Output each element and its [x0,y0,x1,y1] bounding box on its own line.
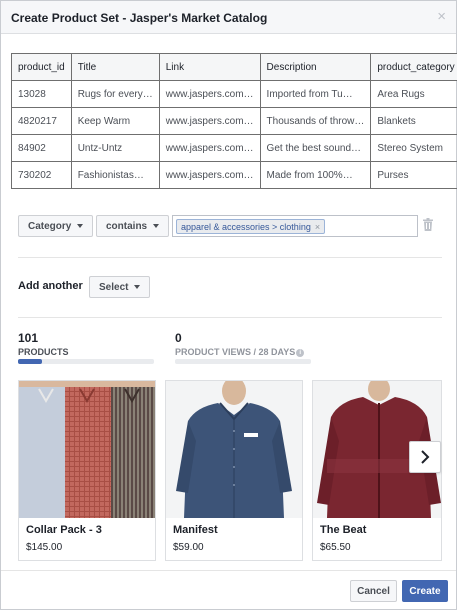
products-progress-fill [18,359,43,364]
table-header-row: product_id Title Link Description produc… [11,53,457,81]
product-views-label: PRODUCT VIEWS / 28 DAYS i [175,347,305,357]
product-price: $145.00 [26,542,63,553]
filter-field-label: Category [28,220,72,232]
table-cell: www.jaspers.com… [158,80,261,108]
product-views-count: 0 [175,331,182,345]
product-name: The Beat [320,524,367,536]
product-preview-table: product_id Title Link Description produc… [11,53,457,189]
product-views-progress-bar [175,359,311,364]
table-cell: Purses [370,161,457,189]
add-another-label: Add another [18,280,83,292]
create-button[interactable]: Create [402,580,448,602]
column-header-link: Link [158,53,261,81]
filter-token: apparel & accessories > clothing × [176,219,326,234]
table-cell: Made from 100%… [259,161,372,189]
table-cell: www.jaspers.com… [158,161,261,189]
table-cell: Stereo System [370,134,457,162]
table-row: 84902 Untz-Untz www.jaspers.com… Get the… [11,134,457,162]
dialog-title: Create Product Set - Jasper's Market Cat… [11,11,268,25]
column-header-description: Description [259,53,372,81]
add-filter-select[interactable]: Select [89,276,151,298]
table-row: 4820217 Keep Warm www.jaspers.com… Thous… [11,107,457,135]
table-cell: Untz-Untz [70,134,160,162]
chevron-right-icon [421,450,430,464]
table-cell: www.jaspers.com… [158,134,261,162]
create-product-set-dialog: Create Product Set - Jasper's Market Cat… [0,0,457,610]
carousel-next-button[interactable] [409,441,441,473]
table-cell: Blankets [370,107,457,135]
footer-divider [1,570,456,571]
table-cell: Thousands of throw… [259,107,372,135]
product-price: $65.50 [320,542,351,553]
filter-token-label: apparel & accessories > clothing [181,221,311,232]
product-card[interactable]: Manifest $59.00 [165,380,303,561]
column-header-product-category: product_category [370,53,457,81]
info-icon[interactable]: i [296,349,305,357]
chevron-down-icon [134,285,141,289]
product-image [19,381,155,518]
product-price: $59.00 [173,542,204,553]
products-progress-bar [18,359,154,364]
table-cell: 730202 [11,161,72,189]
remove-token-icon[interactable]: × [315,222,320,232]
divider [18,257,442,258]
filter-operator-label: contains [106,220,148,232]
filter-value-input[interactable]: apparel & accessories > clothing × [172,215,418,237]
product-card[interactable]: Collar Pack - 3 $145.00 [18,380,156,561]
table-cell: Keep Warm [70,107,160,135]
close-icon[interactable]: × [437,9,446,24]
table-cell: Imported from Tu… [259,80,372,108]
product-image [166,381,302,518]
chevron-down-icon [153,224,160,228]
column-header-title: Title [70,53,160,81]
divider [18,317,442,318]
table-row: 13028 Rugs for every… www.jaspers.com… I… [11,80,457,108]
products-count: 101 [18,331,39,345]
products-count-label: PRODUCTS [18,347,69,357]
product-name: Manifest [173,524,218,536]
table-cell: Area Rugs [370,80,457,108]
dialog-header: Create Product Set - Jasper's Market Cat… [1,1,456,34]
column-header-product-id: product_id [11,53,72,81]
trash-icon[interactable] [423,218,433,231]
filter-operator-dropdown[interactable]: contains [96,215,170,237]
filter-field-dropdown[interactable]: Category [18,215,94,237]
table-cell: Fashionistas… [70,161,160,189]
table-cell: 84902 [11,134,72,162]
product-views-label-text: PRODUCT VIEWS / 28 DAYS [175,347,296,357]
table-cell: Get the best sound… [259,134,372,162]
table-cell: 4820217 [11,107,72,135]
add-filter-select-label: Select [99,281,129,293]
cancel-button[interactable]: Cancel [350,580,397,602]
product-name: Collar Pack - 3 [26,524,102,536]
table-row: 730202 Fashionistas… www.jaspers.com… Ma… [11,161,457,189]
table-cell: Rugs for every… [70,80,160,108]
chevron-down-icon [77,224,84,228]
table-cell: www.jaspers.com… [158,107,261,135]
table-cell: 13028 [11,80,72,108]
